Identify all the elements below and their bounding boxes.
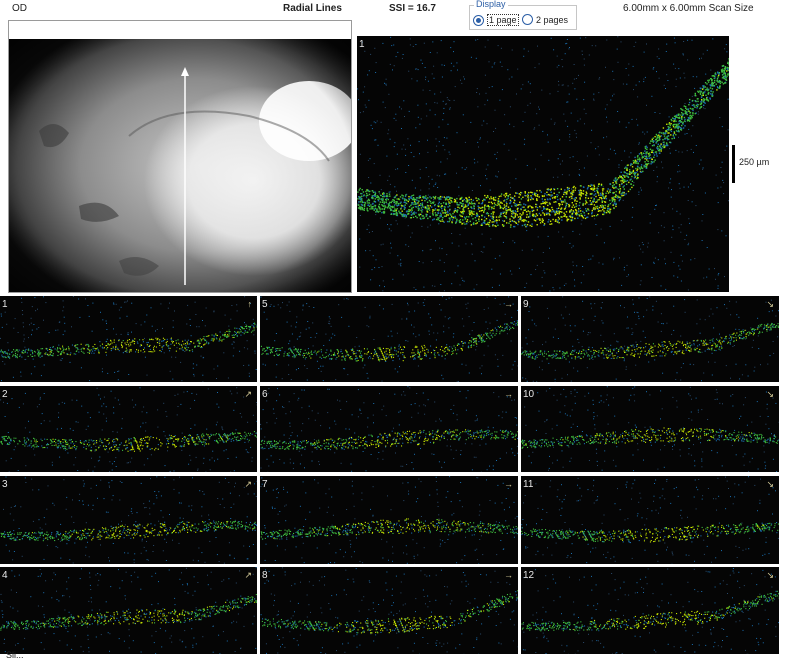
oct-thumbnail-8[interactable]: 8→ — [260, 567, 518, 654]
thumbnail-number: 7 — [262, 479, 268, 490]
ssi-label: SSI = 16.7 — [389, 3, 436, 14]
main-oct-scan[interactable]: 1 — [357, 36, 729, 292]
oct-thumbnail-7[interactable]: 7→ — [260, 476, 518, 564]
oct-thumbnail-image — [0, 567, 257, 654]
thumbnail-number: 6 — [262, 389, 268, 400]
scan-direction-indicator-icon: → — [504, 389, 513, 399]
scan-direction-indicator-icon: ↗ — [244, 389, 252, 400]
scan-direction-indicator-icon: → — [504, 299, 513, 309]
thumbnail-number: 9 — [523, 299, 529, 310]
thumbnail-number: 5 — [262, 299, 268, 310]
scan-direction-indicator-icon: ↘ — [766, 479, 774, 490]
display-options-group: Display 1 page 2 pages — [469, 0, 577, 30]
oct-thumbnail-image — [0, 476, 257, 564]
thumbnail-number: 8 — [262, 570, 268, 581]
oct-thumbnail-image — [521, 386, 779, 472]
eye-label: OD — [12, 3, 27, 14]
scan-direction-indicator-icon: ↑ — [248, 299, 253, 309]
scan-direction-indicator-icon: ↘ — [766, 299, 774, 310]
display-option-2-pages[interactable]: 2 pages — [522, 14, 568, 25]
oct-thumbnail-image — [521, 567, 779, 654]
oct-thumbnail-6[interactable]: 6→ — [260, 386, 518, 472]
oct-thumbnail-image — [0, 386, 257, 472]
main-oct-scan-image — [357, 36, 729, 292]
radio-unselected-icon[interactable] — [522, 14, 533, 25]
oct-thumbnail-image — [260, 296, 518, 382]
scan-type-label: Radial Lines — [283, 3, 342, 14]
oct-thumbnail-image — [521, 296, 779, 382]
radio-selected-icon[interactable] — [473, 15, 484, 26]
scale-bar-label: 250 µm — [739, 157, 769, 167]
oct-thumbnail-10[interactable]: 10 ↘ — [521, 386, 779, 472]
scan-direction-indicator-icon: → — [504, 479, 513, 489]
oct-thumbnail-2[interactable]: 2↗ — [0, 386, 257, 472]
scan-direction-indicator-icon: → — [504, 570, 513, 580]
thumbnail-number: 1 — [2, 299, 8, 310]
fundus-image[interactable] — [9, 21, 351, 292]
scan-direction-indicator-icon: ↘ — [766, 570, 774, 581]
fundus-image-frame — [8, 20, 352, 293]
scan-direction-indicator-icon: ↘ — [766, 389, 774, 400]
oct-thumbnail-image — [260, 476, 518, 564]
oct-thumbnail-image — [260, 567, 518, 654]
thumbnail-number: 11 — [523, 479, 533, 490]
scan-size-label: 6.00mm x 6.00mm Scan Size — [623, 3, 754, 14]
scan-direction-indicator-icon: ↗ — [244, 479, 252, 490]
oct-thumbnail-11[interactable]: 11 ↘ — [521, 476, 779, 564]
main-scan-number: 1 — [359, 39, 365, 50]
oct-thumbnail-9[interactable]: 9↘ — [521, 296, 779, 382]
scale-bar — [732, 145, 735, 183]
display-legend: Display — [474, 0, 508, 9]
oct-thumbnail-3[interactable]: 3↗ — [0, 476, 257, 564]
thumbnail-number: 3 — [2, 479, 8, 490]
thumbnail-number: 12 — [523, 570, 534, 581]
thumbnail-number: 4 — [2, 570, 8, 581]
oct-thumbnail-image — [521, 476, 779, 564]
footer-text: Sli... — [6, 650, 24, 660]
thumbnail-number: 10 — [523, 389, 534, 400]
display-option-1-page[interactable]: 1 page — [473, 14, 519, 26]
oct-thumbnail-1[interactable]: 1↑ — [0, 296, 257, 382]
radio-label-2-pages[interactable]: 2 pages — [536, 15, 568, 25]
oct-thumbnail-5[interactable]: 5→ — [260, 296, 518, 382]
oct-thumbnail-image — [0, 296, 257, 382]
oct-thumbnail-image — [260, 386, 518, 472]
thumbnail-number: 2 — [2, 389, 8, 400]
oct-thumbnail-4[interactable]: 4↗ — [0, 567, 257, 654]
oct-thumbnail-12[interactable]: 12 ↘ — [521, 567, 779, 654]
radio-label-1-page[interactable]: 1 page — [487, 14, 519, 26]
scan-direction-indicator-icon: ↗ — [244, 570, 252, 581]
